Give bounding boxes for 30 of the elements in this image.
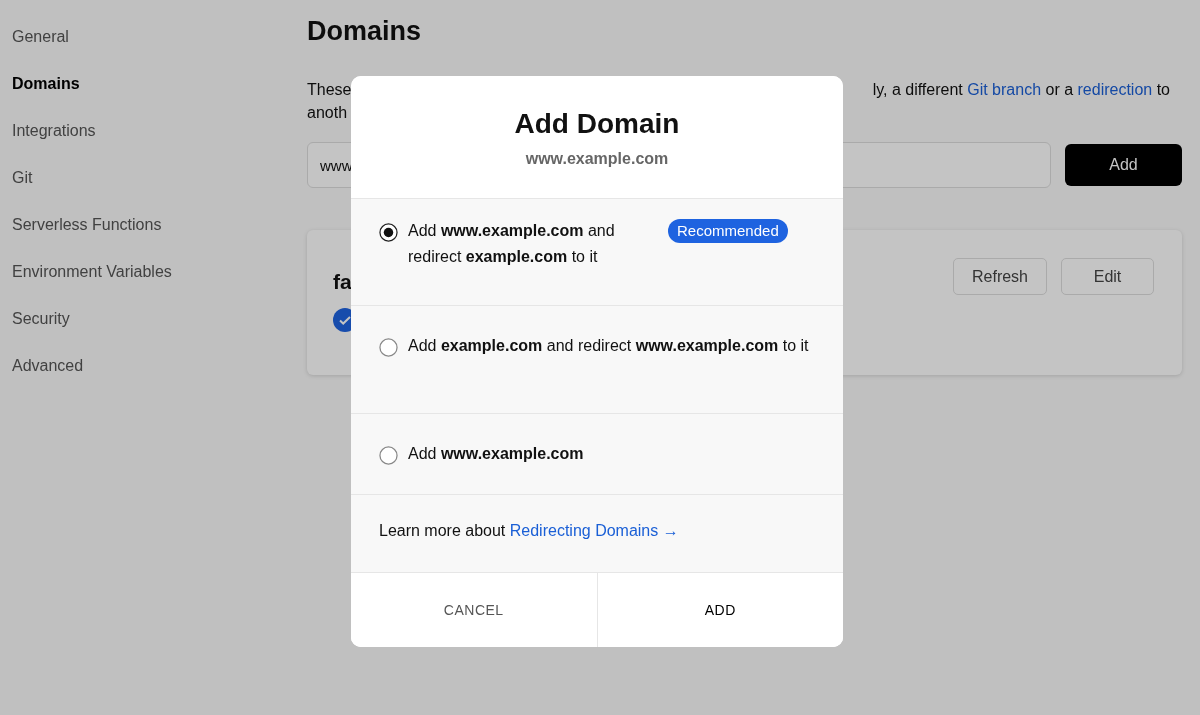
sidebar-item[interactable]: General [12, 26, 69, 47]
dialog-subtitle: www.example.com [525, 150, 669, 167]
description-text: ly, a different Git branch or a redirection to [872, 80, 1170, 100]
page-title: Domains [307, 15, 423, 48]
recommended-badge: Recommended [668, 219, 788, 243]
card-button[interactable]: Refresh [953, 258, 1047, 295]
sidebar-item[interactable]: Domains [12, 73, 80, 94]
domain-title: fa [333, 270, 352, 294]
sidebar-item[interactable]: Advanced [12, 355, 84, 376]
card-button[interactable]: Edit [1061, 258, 1154, 295]
sidebar-item[interactable]: Security [12, 308, 70, 329]
link[interactable]: redirection [1077, 81, 1153, 98]
option-label[interactable]: Add www.example.com and redirect example.com to it [408, 218, 658, 270]
redirecting-domains-link[interactable]: Redirecting Domains → [509, 522, 679, 539]
radio-button[interactable] [379, 223, 398, 242]
learn-more-text: Learn more about Redirecting Domains → [379, 521, 679, 541]
link[interactable]: Git branch [967, 81, 1042, 98]
add-button[interactable]: Add [1065, 144, 1182, 186]
dialog-title: Add Domain [514, 107, 680, 141]
cancel-button[interactable]: CANCEL [351, 573, 598, 647]
description-text: These [307, 80, 352, 100]
sidebar-item[interactable]: Environment Variables [12, 261, 172, 282]
sidebar-item[interactable]: Serverless Functions [12, 214, 162, 235]
sidebar-item[interactable]: Git [12, 167, 33, 188]
sidebar-item[interactable]: Integrations [12, 120, 96, 141]
radio-button[interactable] [379, 338, 398, 357]
option-label[interactable]: Add example.com and redirect www.example.com to it [408, 333, 815, 359]
description-text: anoth [307, 103, 348, 123]
radio-button[interactable] [379, 446, 398, 465]
option-label[interactable]: Add www.example.com [408, 441, 815, 467]
